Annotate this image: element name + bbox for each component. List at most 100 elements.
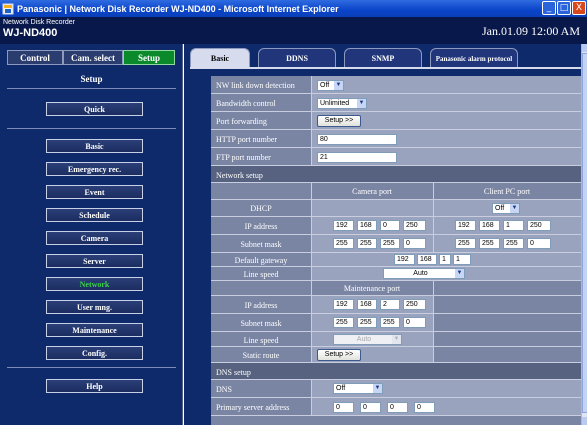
gateway-octet-3[interactable]: 1 — [439, 254, 451, 265]
chevron-down-icon: ▼ — [373, 384, 382, 393]
static-route-setup-button[interactable]: Setup >> — [317, 349, 361, 361]
maintenance-ip-octet-4[interactable]: 250 — [403, 299, 426, 310]
camera-ip-octet-1[interactable]: 192 — [333, 220, 354, 231]
client-ip-octet-2[interactable]: 168 — [479, 220, 500, 231]
primary-server-octet-4[interactable]: 0 — [414, 402, 435, 413]
menu-basic-button[interactable]: Basic — [46, 139, 143, 153]
row-maintenance-ip: IP address 192 168 2 250 — [211, 296, 581, 314]
menu-schedule-button[interactable]: Schedule — [46, 208, 143, 222]
main-content: Basic DDNS SNMP Panasonic alarm protocol… — [184, 44, 581, 425]
menu-emergency-rec-button[interactable]: Emergency rec. — [46, 162, 143, 176]
dhcp-label: DHCP — [250, 204, 272, 213]
close-button[interactable]: X — [572, 1, 586, 15]
scroll-up-icon[interactable] — [582, 44, 587, 52]
row-ip-address: IP address 192 168 0 250 192 168 1 250 — [211, 217, 581, 235]
client-subnet-octet-1[interactable]: 255 — [455, 238, 476, 249]
menu-config-button[interactable]: Config. — [46, 346, 143, 360]
camera-ip-octet-4[interactable]: 250 — [403, 220, 426, 231]
camera-ip-octet-2[interactable]: 168 — [357, 220, 377, 231]
tab-panasonic-alarm-protocol[interactable]: Panasonic alarm protocol — [430, 48, 518, 68]
static-route-label: Static route — [242, 351, 280, 360]
maintenance-subnet-label: Subnet mask — [240, 319, 282, 328]
dns-select[interactable]: Off ▼ — [333, 383, 383, 394]
menu-help-button[interactable]: Help — [46, 379, 143, 393]
gateway-octet-2[interactable]: 168 — [417, 254, 437, 265]
tab-basic[interactable]: Basic — [190, 48, 250, 68]
camera-subnet-octet-4[interactable]: 0 — [403, 238, 426, 249]
gateway-octet-4[interactable]: 1 — [453, 254, 471, 265]
scroll-down-icon[interactable] — [582, 417, 587, 425]
nw-link-down-select[interactable]: Off ▼ — [317, 80, 344, 91]
maintenance-subnet-octet-4[interactable]: 0 — [403, 317, 426, 328]
ftp-port-input[interactable]: 21 — [317, 152, 397, 163]
port-forwarding-setup-button[interactable]: Setup >> — [317, 115, 361, 127]
window-title: Panasonic | Network Disk Recorder WJ-ND4… — [17, 3, 339, 14]
product-subtitle: Network Disk Recorder — [3, 19, 75, 26]
maintenance-subnet-octet-1[interactable]: 255 — [333, 317, 354, 328]
primary-server-octet-2[interactable]: 0 — [360, 402, 381, 413]
client-port-header: Client PC port — [483, 187, 531, 196]
client-subnet-octet-3[interactable]: 255 — [503, 238, 524, 249]
chevron-down-icon: ▼ — [357, 99, 366, 108]
menu-event-button[interactable]: Event — [46, 185, 143, 199]
menu-maintenance-button[interactable]: Maintenance — [46, 323, 143, 337]
ie-icon — [2, 3, 14, 14]
maintenance-subnet-octet-3[interactable]: 255 — [380, 317, 400, 328]
camera-subnet-octet-2[interactable]: 255 — [357, 238, 377, 249]
maintenance-port-header: Maintenance port — [343, 284, 401, 293]
row-subnet-mask: Subnet mask 255 255 255 0 255 255 255 0 — [211, 235, 581, 253]
client-ip-octet-3[interactable]: 1 — [503, 220, 524, 231]
row-port-forwarding: Port forwarding Setup >> — [211, 112, 581, 130]
app-header: Network Disk Recorder WJ-ND400 Jan.01.09… — [0, 17, 587, 44]
camera-subnet-octet-3[interactable]: 255 — [380, 238, 400, 249]
maintenance-ip-octet-3[interactable]: 2 — [380, 299, 400, 310]
row-port-headers: Camera port Client PC port — [211, 183, 581, 200]
mode-tabs: Control Cam. select Setup — [7, 50, 175, 65]
menu-network-button[interactable]: Network — [46, 277, 143, 291]
primary-server-octet-3[interactable]: 0 — [387, 402, 408, 413]
maintenance-ip-octet-2[interactable]: 168 — [357, 299, 377, 310]
chevron-down-icon: ▼ — [510, 204, 519, 213]
menu-user-mng-button[interactable]: User mng. — [46, 300, 143, 314]
http-port-input[interactable]: 80 — [317, 134, 397, 145]
chevron-down-icon: ▼ — [334, 81, 343, 90]
menu-camera-button[interactable]: Camera — [46, 231, 143, 245]
maintenance-ip-octet-1[interactable]: 192 — [333, 299, 354, 310]
tab-ddns[interactable]: DDNS — [258, 48, 336, 68]
primary-server-label: Primary server address — [216, 403, 290, 412]
divider — [7, 367, 176, 368]
date-time-display: Jan.01.09 12:00 AM — [481, 24, 580, 38]
row-bandwidth: Bandwidth control Unlimited ▼ — [211, 94, 581, 112]
camera-subnet-octet-1[interactable]: 255 — [333, 238, 354, 249]
row-static-route: Static route Setup >> — [211, 347, 581, 363]
scroll-thumb[interactable] — [582, 53, 587, 413]
row-line-speed: Line speed Auto ▼ — [211, 267, 581, 281]
camera-ip-octet-3[interactable]: 0 — [380, 220, 400, 231]
mode-setup-button[interactable]: Setup — [123, 50, 175, 65]
window-titlebar: Panasonic | Network Disk Recorder WJ-ND4… — [0, 0, 587, 17]
tab-snmp[interactable]: SNMP — [344, 48, 422, 68]
row-http-port: HTTP port number 80 — [211, 130, 581, 148]
network-setup-title: Network setup — [216, 171, 263, 180]
minimize-button[interactable]: _ — [542, 1, 556, 15]
primary-server-octet-1[interactable]: 0 — [333, 402, 354, 413]
gateway-octet-1[interactable]: 192 — [394, 254, 415, 265]
line-speed-select[interactable]: Auto ▼ — [383, 268, 465, 279]
menu-server-button[interactable]: Server — [46, 254, 143, 268]
maintenance-subnet-octet-2[interactable]: 255 — [357, 317, 377, 328]
maximize-button[interactable]: □ — [557, 1, 571, 15]
mode-control-button[interactable]: Control — [7, 50, 63, 65]
dhcp-select[interactable]: Off ▼ — [492, 203, 520, 214]
client-ip-octet-1[interactable]: 192 — [455, 220, 476, 231]
mode-cam-select-button[interactable]: Cam. select — [63, 50, 123, 65]
chevron-down-icon: ▼ — [392, 335, 401, 344]
dns-label: DNS — [216, 385, 233, 394]
maintenance-line-speed-select[interactable]: Auto ▼ — [333, 334, 402, 345]
client-subnet-octet-2[interactable]: 255 — [479, 238, 500, 249]
vertical-scrollbar[interactable] — [581, 44, 587, 425]
client-subnet-octet-4[interactable]: 0 — [527, 238, 551, 249]
menu-quick-button[interactable]: Quick — [46, 102, 143, 116]
client-ip-octet-4[interactable]: 250 — [527, 220, 551, 231]
bandwidth-select[interactable]: Unlimited ▼ — [317, 98, 367, 109]
maintenance-line-speed-label: Line speed — [243, 336, 279, 345]
